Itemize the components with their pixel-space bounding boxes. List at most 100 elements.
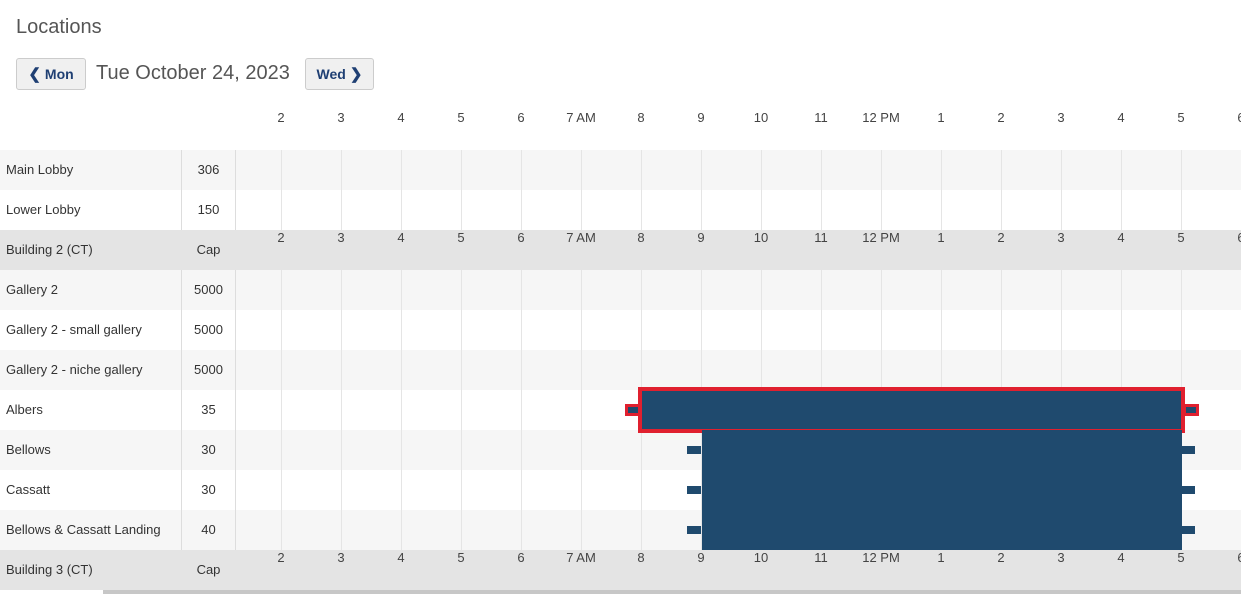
hour-gridline [281, 270, 282, 310]
prev-day-button[interactable]: ❮ Mon [16, 58, 86, 90]
location-name: Gallery 2 - niche gallery [6, 362, 143, 377]
resize-handle-end[interactable] [1181, 486, 1195, 494]
hour-gridline [401, 470, 402, 510]
hour-gridline [1121, 310, 1122, 350]
hour-label: 6 [517, 230, 525, 245]
hour-label: 9 [697, 110, 705, 125]
hour-label: 12 PM [862, 230, 900, 245]
hour-gridline [281, 470, 282, 510]
hour-gridline [281, 350, 282, 390]
hour-label: 5 [1177, 110, 1185, 125]
hour-label: 3 [337, 230, 345, 245]
hour-gridline [1181, 150, 1182, 190]
hour-label: 3 [337, 110, 345, 125]
hour-label: 2 [997, 550, 1005, 565]
hour-gridline [521, 390, 522, 430]
hour-gridline [821, 270, 822, 310]
selected-booking[interactable] [638, 387, 1185, 433]
hour-gridline [1001, 270, 1002, 310]
next-day-button[interactable]: Wed ❯ [305, 58, 374, 90]
hour-gridline [1121, 150, 1122, 190]
hour-gridline [1181, 190, 1182, 230]
location-capacity: 306 [181, 150, 236, 190]
hour-gridline [461, 510, 462, 550]
location-row[interactable]: Gallery 2 - niche gallery 5000 [0, 350, 1241, 390]
hour-gridline [761, 270, 762, 310]
hour-gridline [641, 270, 642, 310]
booking-bar[interactable] [702, 510, 1182, 550]
hour-label: 5 [1177, 230, 1185, 245]
resize-handle-start[interactable] [625, 404, 641, 416]
hour-gridline [881, 310, 882, 350]
hour-gridline [881, 150, 882, 190]
hour-label: 3 [1057, 550, 1065, 565]
hour-gridline [521, 150, 522, 190]
hour-gridline [1061, 190, 1062, 230]
horizontal-scrollbar[interactable] [103, 590, 1241, 594]
hour-gridline [1061, 350, 1062, 390]
booking-bar[interactable] [702, 470, 1182, 510]
hour-gridline [941, 150, 942, 190]
hour-gridline [641, 430, 642, 470]
hour-gridline [821, 190, 822, 230]
booking-bar[interactable] [642, 391, 1181, 429]
location-name: Gallery 2 - small gallery [6, 322, 142, 337]
hour-gridline [281, 510, 282, 550]
hour-gridline [281, 150, 282, 190]
hour-gridline [281, 390, 282, 430]
location-capacity: 5000 [181, 310, 236, 350]
hour-label: 1 [937, 550, 945, 565]
hour-gridline [581, 150, 582, 190]
hour-label: 2 [997, 110, 1005, 125]
hour-header-2: 2 3 4 5 6 7 AM 8 9 10 11 12 PM 1 2 3 4 5 6 [236, 230, 1241, 250]
next-day-label: Wed [316, 66, 346, 82]
prev-day-label: Mon [44, 66, 74, 82]
location-row[interactable]: Gallery 2 - small gallery 5000 [0, 310, 1241, 350]
resize-handle-end[interactable] [1181, 446, 1195, 454]
hour-label: 3 [337, 550, 345, 565]
hour-gridline [761, 190, 762, 230]
hour-header-10: 2 3 4 5 6 7 AM 8 9 10 11 12 PM 1 2 3 4 5 6 [236, 550, 1241, 570]
location-row[interactable]: Gallery 2 5000 [0, 270, 1241, 310]
hour-gridline [461, 390, 462, 430]
resize-handle-end[interactable] [1181, 526, 1195, 534]
resize-handle-start[interactable] [687, 446, 701, 454]
hour-gridline [461, 350, 462, 390]
hour-gridline [281, 190, 282, 230]
booking-bar[interactable] [702, 430, 1182, 470]
hour-gridline [1061, 270, 1062, 310]
location-row[interactable]: Main Lobby 306 [0, 150, 1241, 190]
hour-gridline [581, 470, 582, 510]
hour-header: 2 3 4 5 6 7 AM 8 9 10 11 12 PM 1 2 3 4 5 6 [236, 110, 1241, 130]
hour-gridline [641, 150, 642, 190]
hour-gridline [701, 310, 702, 350]
hour-gridline [761, 310, 762, 350]
location-capacity: 35 [181, 390, 236, 430]
page-title: Locations [16, 16, 102, 38]
hour-gridline [701, 270, 702, 310]
hour-label: 4 [397, 110, 405, 125]
hour-label: 12 PM [862, 550, 900, 565]
hour-label: 10 [753, 550, 769, 565]
chevron-left-icon: ❮ [28, 66, 41, 83]
hour-gridline [341, 190, 342, 230]
location-name: Albers [6, 402, 43, 417]
hour-gridline [1061, 150, 1062, 190]
hour-gridline [461, 430, 462, 470]
hour-label: 11 [814, 110, 828, 125]
hour-gridline [341, 150, 342, 190]
resize-handle-start[interactable] [687, 486, 701, 494]
hour-gridline [281, 430, 282, 470]
hour-gridline [341, 510, 342, 550]
resize-handle-start[interactable] [687, 526, 701, 534]
hour-gridline [461, 190, 462, 230]
hour-label: 10 [753, 230, 769, 245]
hour-gridline [761, 150, 762, 190]
location-row[interactable]: Lower Lobby 150 [0, 190, 1241, 230]
hour-gridline [1121, 350, 1122, 390]
hour-gridline [881, 350, 882, 390]
hour-gridline [761, 350, 762, 390]
hour-gridline [401, 190, 402, 230]
hour-label: 9 [697, 550, 705, 565]
resize-handle-end[interactable] [1183, 404, 1199, 416]
